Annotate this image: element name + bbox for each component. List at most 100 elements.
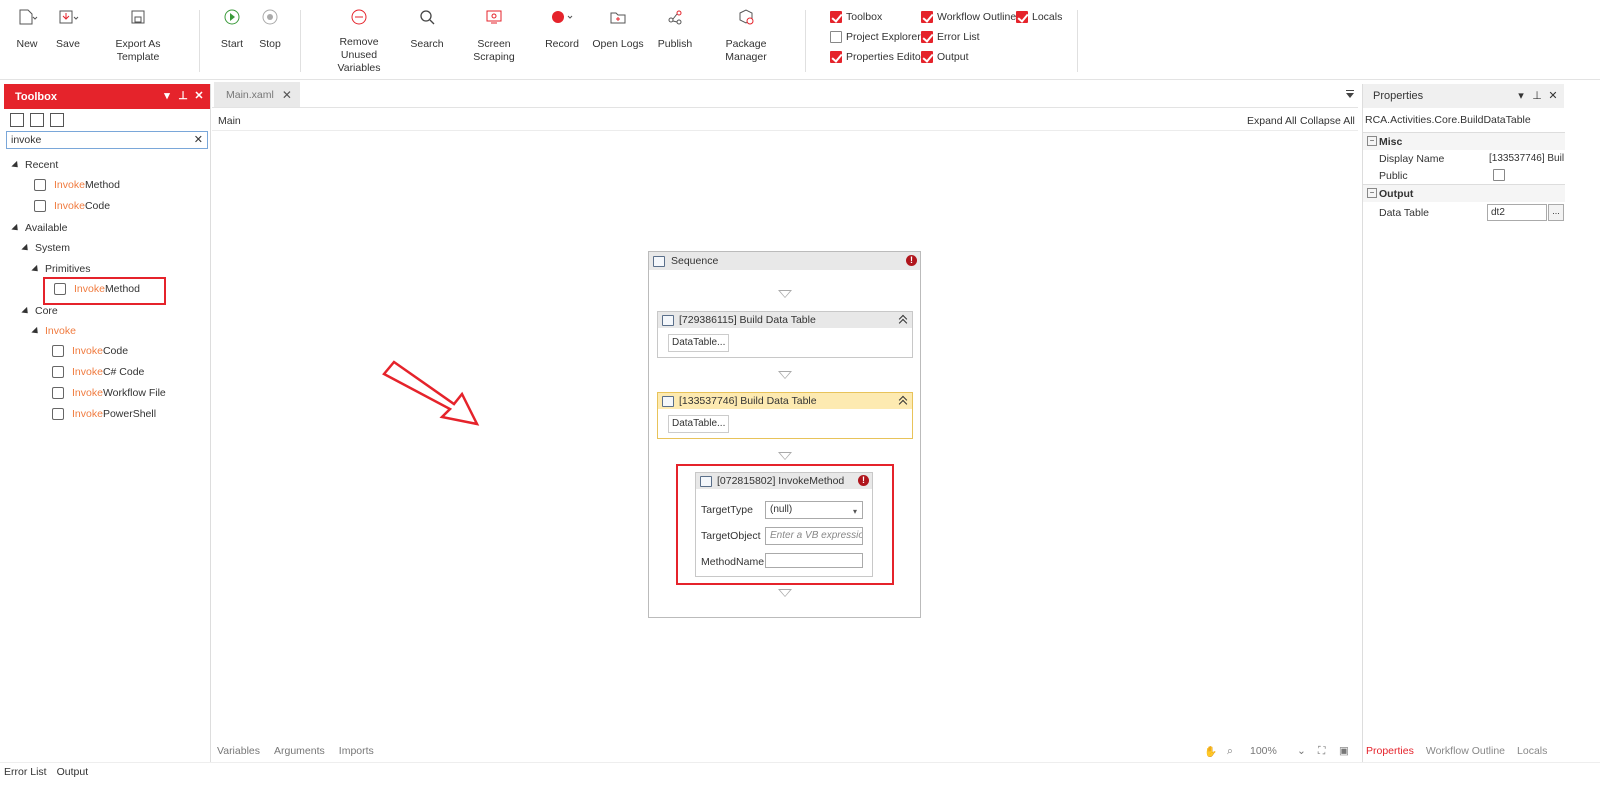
checkbox-checked[interactable]: [921, 31, 933, 43]
tab-error-list[interactable]: Error List: [4, 766, 47, 778]
overview-map-icon[interactable]: ▣: [1339, 745, 1349, 757]
clear-search-icon[interactable]: ✕: [194, 133, 203, 146]
variables-tab[interactable]: Variables: [217, 745, 260, 757]
chevron-down-icon[interactable]: ⌄: [1297, 745, 1306, 757]
tree-item-core-invoke-code[interactable]: Invoke Code: [52, 345, 128, 357]
tree-invoke-category[interactable]: Invoke: [31, 325, 76, 337]
pin-icon[interactable]: ⊥: [1532, 90, 1542, 102]
tab-workflow-outline[interactable]: Workflow Outline: [1426, 745, 1505, 757]
toggle-project-explorer[interactable]: Project Explorer: [830, 31, 921, 43]
ellipsis-button[interactable]: ...: [1548, 204, 1564, 221]
zoom-search-icon[interactable]: ⌕: [1227, 745, 1233, 758]
search-button[interactable]: Search: [408, 8, 446, 51]
expand-all-link[interactable]: Expand All: [1247, 115, 1297, 127]
tree-available[interactable]: Available: [11, 222, 67, 234]
pan-hand-icon[interactable]: ✋: [1204, 745, 1217, 758]
tab-locals[interactable]: Locals: [1517, 745, 1547, 757]
expand-triangle-icon[interactable]: [31, 326, 41, 336]
error-icon[interactable]: !: [906, 255, 917, 266]
list-view-icon[interactable]: [50, 113, 64, 127]
checkbox-checked[interactable]: [830, 51, 842, 63]
category-output[interactable]: Output: [1363, 184, 1565, 202]
activity-header[interactable]: [729386115] Build Data Table: [658, 312, 912, 328]
close-icon[interactable]: ✕: [1548, 90, 1558, 102]
build-data-table-activity-selected[interactable]: [133537746] Build Data Table DataTable..…: [657, 392, 913, 439]
search-value: invoke: [11, 134, 42, 146]
record-button[interactable]: Record: [542, 8, 582, 51]
pin-icon[interactable]: ⊥: [178, 90, 188, 102]
toolbox-search-input[interactable]: invoke ✕: [6, 131, 208, 149]
toggle-locals-label: Locals: [1032, 11, 1063, 23]
toggle-toolbox[interactable]: Toolbox: [830, 11, 882, 23]
tree-core[interactable]: Core: [21, 305, 58, 317]
zoom-level[interactable]: 100%: [1250, 745, 1277, 757]
publish-button[interactable]: Publish: [656, 8, 694, 51]
open-logs-button[interactable]: Open Logs: [590, 8, 646, 51]
toggle-error-list[interactable]: Error List: [921, 31, 980, 43]
collapse-icon[interactable]: [899, 315, 908, 324]
collapse-all-link[interactable]: Collapse All: [1300, 115, 1355, 127]
toggle-output[interactable]: Output: [921, 51, 969, 63]
sequence-header[interactable]: Sequence !: [649, 252, 920, 270]
expand-triangle-icon[interactable]: [11, 223, 21, 233]
toggle-locals[interactable]: Locals: [1016, 11, 1062, 23]
drop-target-icon[interactable]: [778, 371, 792, 379]
category-misc[interactable]: Misc: [1363, 132, 1565, 150]
tab-properties[interactable]: Properties: [1366, 745, 1414, 757]
toggle-error-list-label: Error List: [937, 31, 980, 43]
start-button[interactable]: Start: [218, 8, 246, 51]
tree-item-recent-invoke-code[interactable]: Invoke Code: [34, 200, 110, 212]
export-template-button[interactable]: Export As Template: [94, 8, 182, 64]
expand-all-icon[interactable]: [10, 113, 24, 127]
display-name-input[interactable]: [133537746] Buil: [1489, 150, 1565, 167]
save-button[interactable]: Save: [54, 8, 82, 51]
collapse-icon[interactable]: [899, 396, 908, 405]
expand-triangle-icon[interactable]: [11, 160, 21, 170]
tree-system[interactable]: System: [21, 242, 70, 254]
drop-target-icon[interactable]: [778, 290, 792, 298]
expand-triangle-icon[interactable]: [31, 264, 41, 274]
properties-title: Properties: [1373, 90, 1424, 102]
tab-list-dropdown-icon[interactable]: [1346, 90, 1354, 98]
close-icon[interactable]: ✕: [194, 90, 204, 102]
breadcrumb[interactable]: Main: [218, 115, 241, 127]
dropdown-icon[interactable]: ▾: [162, 90, 172, 102]
tree-item-core-invoke-workflow[interactable]: Invoke Workflow File: [52, 387, 166, 399]
checkbox-checked[interactable]: [921, 11, 933, 23]
imports-tab[interactable]: Imports: [339, 745, 374, 757]
open-logs-label: Open Logs: [592, 38, 644, 50]
new-button[interactable]: New: [12, 8, 42, 51]
tree-item-core-invoke-csharp[interactable]: Invoke C# Code: [52, 366, 144, 378]
stop-button[interactable]: Stop: [256, 8, 284, 51]
tree-item-core-invoke-powershell[interactable]: Invoke PowerShell: [52, 408, 156, 420]
close-tab-icon[interactable]: ✕: [282, 88, 292, 102]
expand-triangle-icon[interactable]: [21, 306, 31, 316]
dropdown-icon[interactable]: ▾: [1516, 90, 1526, 102]
arguments-tab[interactable]: Arguments: [274, 745, 325, 757]
build-data-table-activity[interactable]: [729386115] Build Data Table DataTable..…: [657, 311, 913, 358]
data-table-input[interactable]: dt2: [1487, 204, 1547, 221]
drop-target-icon[interactable]: [778, 589, 792, 597]
checkbox-checked[interactable]: [1016, 11, 1028, 23]
checkbox-checked[interactable]: [921, 51, 933, 63]
collapse-all-icon[interactable]: [30, 113, 44, 127]
package-manager-button[interactable]: Package Manager: [704, 8, 788, 64]
tab-main-xaml[interactable]: Main.xaml ✕: [214, 82, 300, 107]
expand-triangle-icon[interactable]: [21, 243, 31, 253]
tree-recent[interactable]: Recent: [11, 159, 58, 171]
toggle-workflow-outline[interactable]: Workflow Outline: [921, 11, 1016, 23]
checkbox-checked[interactable]: [830, 11, 842, 23]
fit-to-screen-icon[interactable]: ⛶: [1318, 745, 1325, 758]
toggle-properties-editor[interactable]: Properties Editor: [830, 51, 924, 63]
screen-scraping-button[interactable]: Screen Scraping: [456, 8, 532, 64]
public-checkbox[interactable]: [1493, 169, 1505, 181]
data-table-button[interactable]: DataTable...: [668, 415, 730, 433]
tab-output[interactable]: Output: [57, 766, 89, 778]
remove-unused-variables-button[interactable]: Remove Unused Variables: [320, 8, 398, 75]
tree-primitives[interactable]: Primitives: [31, 263, 91, 275]
tree-item-recent-invoke-method[interactable]: Invoke Method: [34, 179, 120, 191]
activity-header[interactable]: [133537746] Build Data Table: [658, 393, 912, 409]
checkbox-unchecked[interactable]: [830, 31, 842, 43]
data-table-button[interactable]: DataTable...: [668, 334, 730, 352]
drop-target-icon[interactable]: [778, 452, 792, 460]
